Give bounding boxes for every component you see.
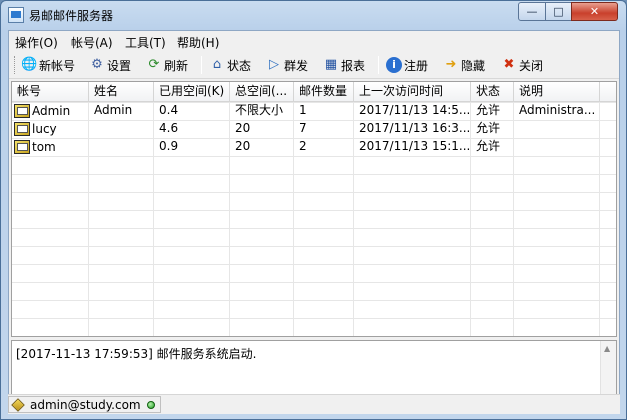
window-title: 易邮邮件服务器 [29, 9, 114, 23]
toolbar-separator [201, 56, 202, 74]
minimize-button[interactable]: — [518, 2, 546, 21]
menu-help[interactable]: 帮助(H) [177, 34, 219, 51]
cell-name [89, 120, 153, 138]
mailbox-icon [14, 122, 30, 136]
list-body: Admin Admin 0.4 不限大小 1 2017/11/13 14:5..… [12, 102, 616, 336]
cell-name [89, 138, 153, 156]
list-header: 帐号 姓名 已用空间(K) 总空间(... 邮件数量 上一次访问时间 状态 说明 [12, 82, 616, 102]
toolbar-separator [378, 56, 379, 74]
broadcast-label: 群发 [284, 58, 309, 73]
log-line: [2017-11-13 17:59:53] 邮件服务系统启动. [16, 347, 257, 361]
close-button[interactable]: ✖ 关闭 [501, 56, 543, 74]
cell-mail-count: 7 [299, 121, 307, 135]
column-header-used-space[interactable]: 已用空间(K) [154, 82, 230, 102]
cell-account: lucy [12, 120, 88, 138]
account-list[interactable]: 帐号 姓名 已用空间(K) 总空间(... 邮件数量 上一次访问时间 状态 说明 [11, 81, 617, 337]
broadcast-button[interactable]: ▷ 群发 [266, 56, 308, 74]
refresh-label: 刷新 [164, 58, 189, 73]
scroll-up-icon[interactable]: ▲ [604, 344, 610, 353]
app-window: 易邮邮件服务器 — □ ✕ 操作(O) 帐号(A) 工具(T) 帮助(H) 🌐 … [0, 0, 627, 420]
settings-icon: ⚙ [91, 57, 103, 72]
report-icon: ▦ [324, 57, 338, 72]
menu-account[interactable]: 帐号(A) [71, 34, 113, 51]
column-header-status[interactable]: 状态 [471, 82, 514, 102]
menu-operate[interactable]: 操作(O) [15, 34, 58, 51]
cell-mail-count: 2 [299, 139, 307, 153]
mailbox-icon [14, 104, 30, 118]
menu-tools[interactable]: 工具(T) [125, 34, 166, 51]
settings-button[interactable]: ⚙ 设置 [89, 56, 131, 74]
cell-last-access: 2017/11/13 15:1... [359, 139, 470, 153]
cell-status: 允许 [476, 103, 501, 117]
close-icon: ✖ [503, 57, 515, 72]
column-header-mail-count[interactable]: 邮件数量 [294, 82, 354, 102]
account-text: tom [32, 139, 56, 154]
table-row[interactable]: Admin Admin 0.4 不限大小 1 2017/11/13 14:5..… [12, 102, 616, 120]
new-account-label: 新帐号 [39, 58, 76, 73]
table-row[interactable]: tom 0.9 20 2 2017/11/13 15:1... 允许 [12, 138, 616, 156]
column-header-name[interactable]: 姓名 [89, 82, 154, 102]
status-bar: admin@study.com [8, 394, 620, 414]
column-header-description[interactable]: 说明 [514, 82, 600, 102]
hide-button[interactable]: ➜ 隐藏 [443, 56, 485, 74]
cell-total-space: 不限大小 [235, 103, 284, 117]
cell-description [514, 120, 599, 138]
new-account-button[interactable]: 🌐 新帐号 [21, 56, 75, 74]
refresh-icon: ⟳ [148, 57, 160, 72]
report-button[interactable]: ▦ 报表 [323, 56, 365, 74]
column-header-last-access[interactable]: 上一次访问时间 [354, 82, 471, 102]
cell-mail-count: 1 [299, 103, 307, 117]
status-user: admin@study.com [30, 397, 141, 412]
cell-total-space: 20 [235, 121, 251, 135]
table-row[interactable]: lucy 4.6 20 7 2017/11/13 16:3... 允许 [12, 120, 616, 138]
close-window-button[interactable]: ✕ [571, 2, 618, 21]
user-icon [11, 397, 25, 412]
broadcast-icon: ▷ [269, 57, 279, 72]
cell-last-access: 2017/11/13 14:5... [359, 103, 470, 117]
report-label: 报表 [341, 58, 366, 73]
cell-name: Admin [94, 103, 133, 117]
status-button[interactable]: ⌂ 状态 [209, 56, 251, 74]
title-bar[interactable]: 易邮邮件服务器 — □ ✕ [1, 1, 626, 29]
settings-label: 设置 [107, 58, 132, 73]
cell-account: Admin [12, 102, 88, 120]
cell-description [514, 138, 599, 156]
cell-used-space: 0.4 [159, 103, 179, 117]
info-icon: i [386, 57, 402, 73]
cell-account: tom [12, 138, 88, 156]
app-icon [8, 7, 24, 23]
register-label: 注册 [404, 58, 429, 73]
client-area: 操作(O) 帐号(A) 工具(T) 帮助(H) 🌐 新帐号 ⚙ 设置 ⟳ 刷新 … [8, 30, 620, 414]
toolbar-grip[interactable] [14, 56, 17, 74]
cell-used-space: 4.6 [159, 121, 179, 135]
maximize-button[interactable]: □ [545, 2, 572, 21]
register-button[interactable]: i 注册 [386, 56, 428, 74]
status-user-pane: admin@study.com [8, 396, 161, 413]
status-icon: ⌂ [212, 57, 222, 72]
hide-arrow-icon: ➜ [445, 57, 457, 72]
cell-total-space: 20 [235, 139, 251, 153]
column-header-total-space[interactable]: 总空间(... [230, 82, 294, 102]
account-text: Admin [32, 103, 71, 118]
hide-label: 隐藏 [461, 58, 486, 73]
online-status-icon [146, 400, 155, 409]
toolbar: 🌐 新帐号 ⚙ 设置 ⟳ 刷新 ⌂ 状态 ▷ 群发 ▦ 报表 i 注册 ➜ 隐藏… [9, 51, 619, 79]
cell-used-space: 0.9 [159, 139, 179, 153]
cell-status: 允许 [476, 121, 501, 135]
mailbox-icon [14, 140, 30, 154]
cell-description: Administra... [519, 103, 596, 117]
menu-bar: 操作(O) 帐号(A) 工具(T) 帮助(H) [9, 31, 619, 51]
cell-last-access: 2017/11/13 16:3... [359, 121, 470, 135]
column-header-account[interactable]: 帐号 [12, 82, 89, 102]
status-label: 状态 [227, 58, 252, 73]
account-text: lucy [32, 121, 57, 136]
refresh-button[interactable]: ⟳ 刷新 [146, 56, 188, 74]
cell-status: 允许 [476, 139, 501, 153]
close-label: 关闭 [519, 58, 544, 73]
globe-icon: 🌐 [21, 57, 38, 72]
